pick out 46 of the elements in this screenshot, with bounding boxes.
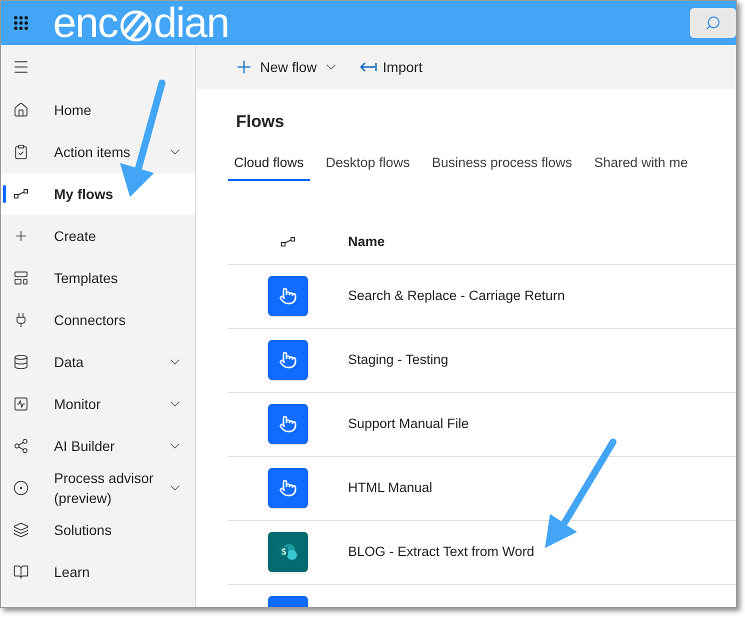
flow-name[interactable]: HTML Manual [348,478,432,498]
search-button[interactable] [690,8,736,38]
touch-icon [268,468,308,508]
import-icon [358,61,377,73]
flow-icon [14,189,28,199]
sidebar-item[interactable]: Monitor [1,383,195,425]
sidebar-item[interactable]: AI Builder [1,425,195,467]
home-icon [13,102,29,118]
flow-name[interactable]: BLOG - Extract Text from Word [348,542,534,562]
clipboard-icon [13,144,29,160]
sidebar-item[interactable]: Learn [1,551,195,593]
flow-name[interactable]: Search & Replace - Carriage Return [348,286,565,306]
touch-icon [268,404,308,444]
tab[interactable]: Business process flows [426,152,578,181]
sidebar-item[interactable]: Home [1,89,195,131]
flow-name[interactable]: Support Manual File [348,414,469,434]
book-icon [13,564,29,580]
sidebar-item[interactable]: Create [1,215,195,257]
import-button[interactable]: Import [358,56,422,78]
column-header: Name [348,233,385,252]
template-icon [13,270,29,286]
tab[interactable]: Shared with me [588,152,694,181]
cylinder-icon [13,354,29,370]
app-grid-icon [12,14,30,32]
flow-column-icon [281,237,295,248]
touch-icon [268,276,308,316]
page-title: Flows [235,111,286,133]
monitor-icon [13,396,29,412]
search-icon [705,15,721,31]
flow-name[interactable]: Staging - Testing [348,350,448,370]
tab[interactable]: Cloud flows [228,152,310,181]
solutions-icon [13,522,29,538]
tab[interactable]: Desktop flows [320,152,416,181]
sidebar-item[interactable]: Solutions [1,509,195,551]
sidebar-item[interactable]: Connectors [1,299,195,341]
sidebar-item[interactable]: Data [1,341,195,383]
sidebar-item[interactable]: Templates [1,257,195,299]
sidebar-item[interactable]: Action items [1,131,195,173]
sidebar-item[interactable]: Process advisor (preview) [1,467,195,509]
sidebar-item[interactable]: My flows [1,173,195,215]
new-flow-button[interactable]: New flow [234,56,339,78]
sharepoint-icon [268,532,308,572]
process-icon [13,480,29,496]
nodes-icon [13,438,29,454]
touch-icon [268,340,308,380]
logo: enc dian [53,2,229,44]
